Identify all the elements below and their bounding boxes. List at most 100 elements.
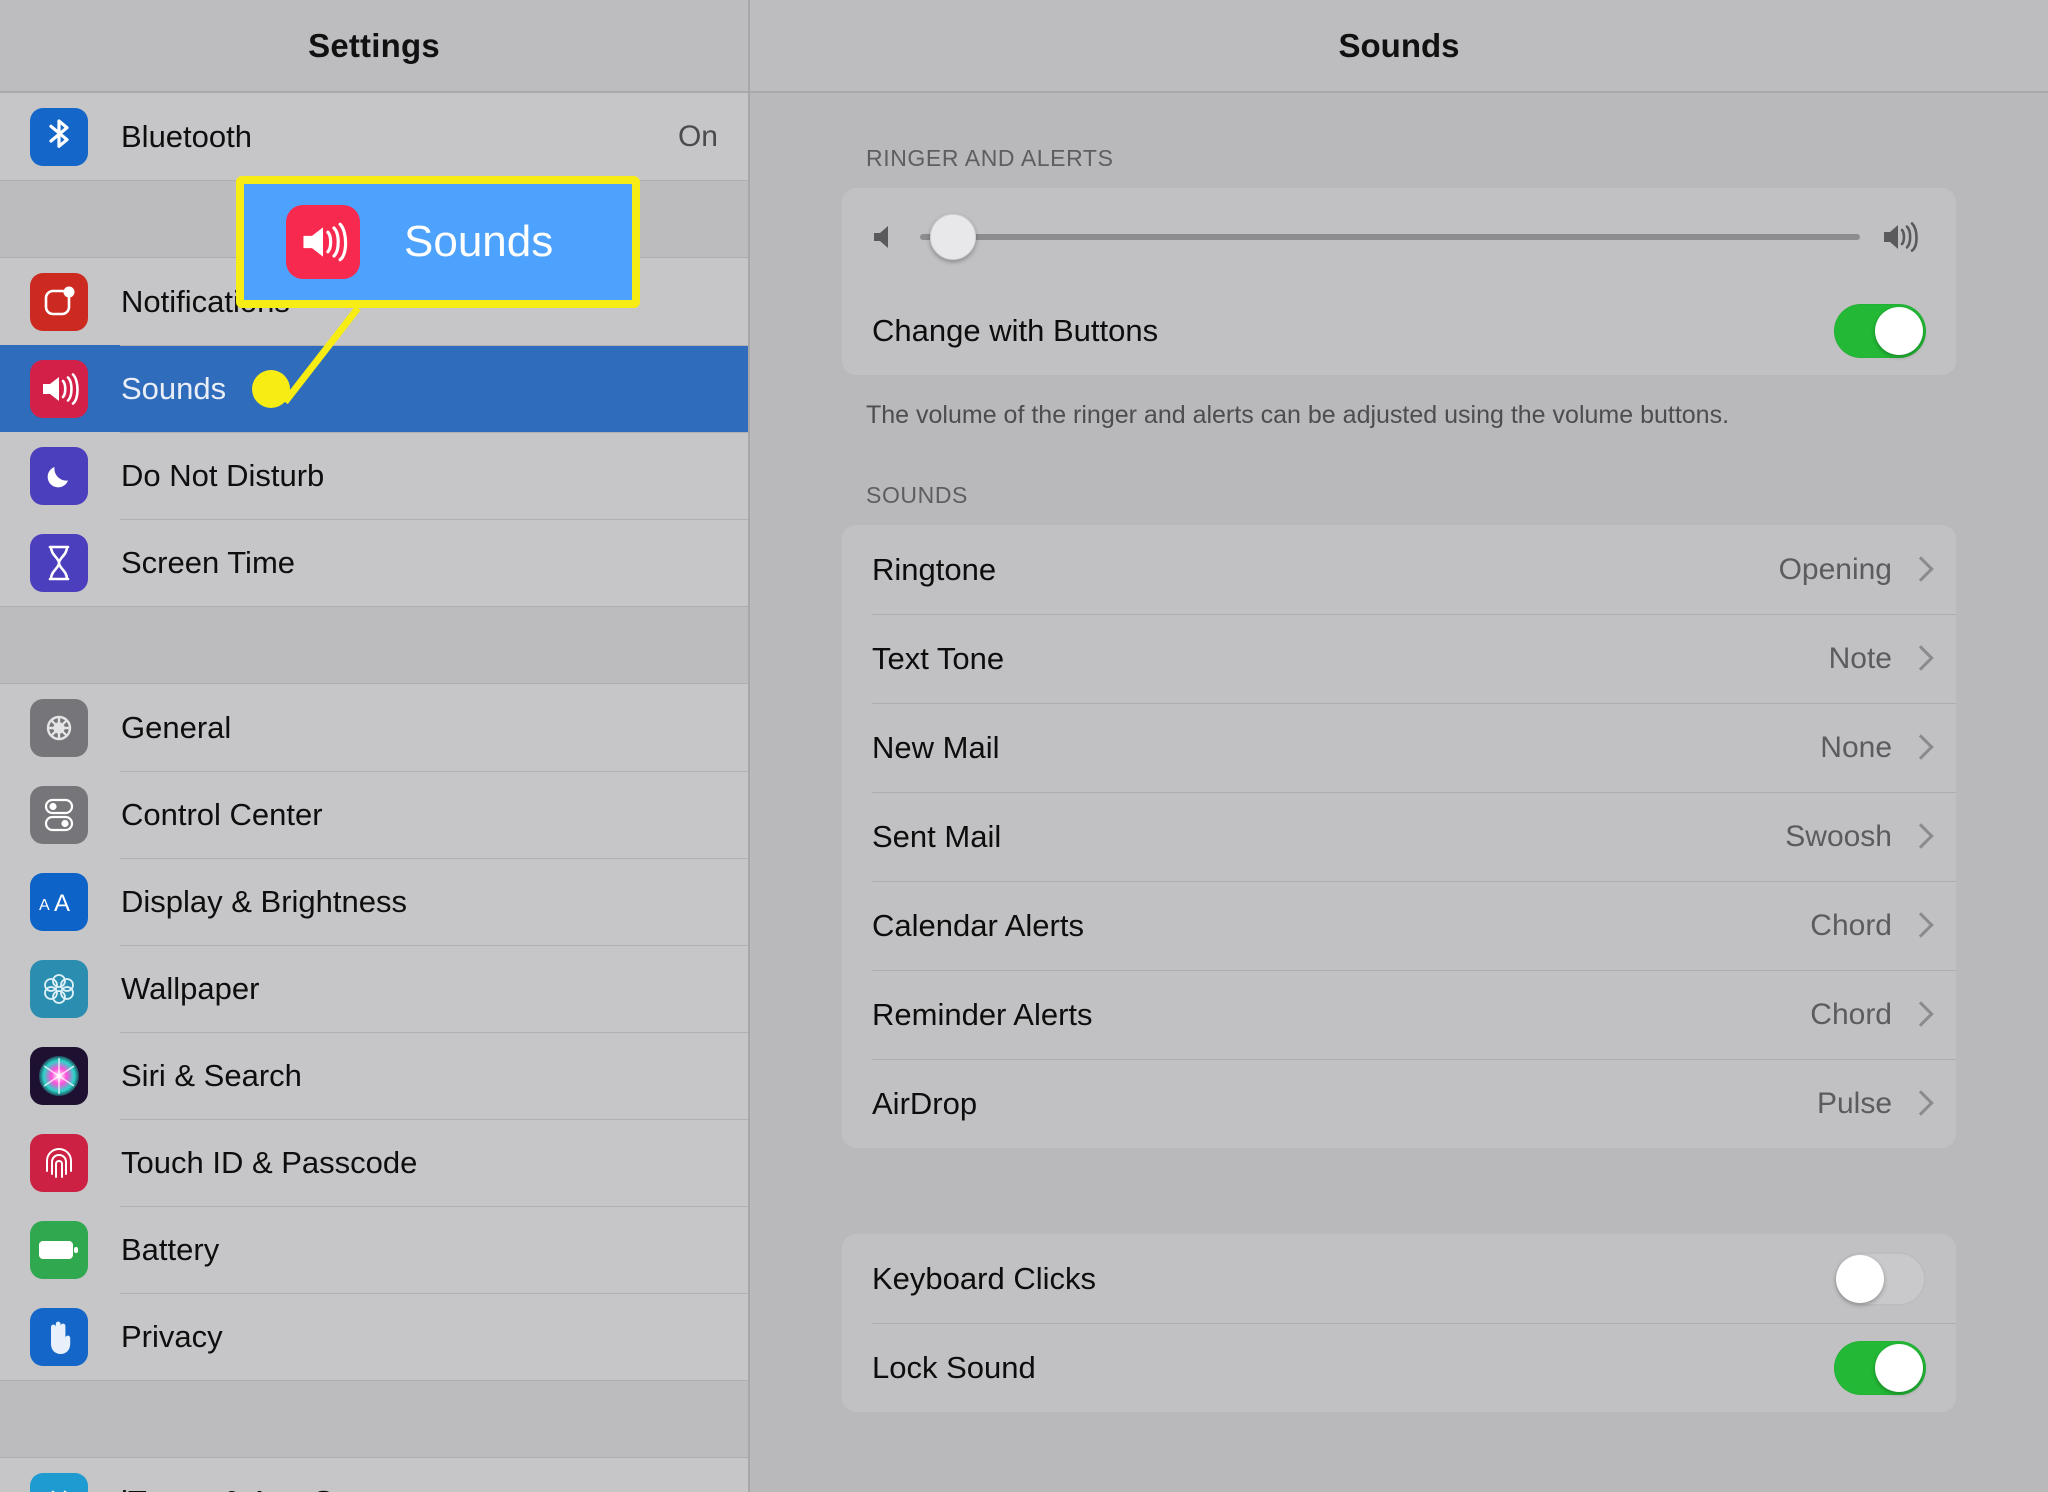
- change-with-buttons-row[interactable]: Change with Buttons: [842, 286, 1956, 375]
- sidebar-item-label: Do Not Disturb: [121, 458, 324, 494]
- chevron-right-icon: [1912, 1091, 1926, 1117]
- sound-row-value: Note: [1829, 642, 1892, 676]
- sidebar-item-display-brightness[interactable]: A A Display & Brightness: [0, 858, 748, 945]
- sound-row-label: Ringtone: [872, 552, 996, 588]
- ringer-card: Change with Buttons: [842, 188, 1956, 375]
- sounds-icon: [30, 360, 88, 418]
- sound-row-label: Calendar Alerts: [872, 908, 1084, 944]
- sidebar-item-label: Sounds: [121, 371, 226, 407]
- callout-anchor-dot: [252, 370, 290, 408]
- toggle-knob: [1875, 1344, 1923, 1392]
- sound-row-value: Chord: [1810, 998, 1892, 1032]
- extras-card: Keyboard Clicks Lock Sound: [842, 1234, 1956, 1412]
- app-store-icon: [30, 1473, 88, 1492]
- ipad-settings-screen: Settings Bluetooth On Noti: [0, 0, 2048, 1492]
- keyboard-clicks-row[interactable]: Keyboard Clicks: [842, 1234, 1956, 1323]
- svg-text:A: A: [39, 897, 50, 914]
- sidebar-item-bluetooth[interactable]: Bluetooth On: [0, 93, 748, 180]
- callout-label: Sounds: [404, 217, 553, 267]
- sidebar-item-label: Battery: [121, 1232, 219, 1268]
- sidebar-item-itunes-app-store[interactable]: iTunes & App Store: [0, 1458, 748, 1492]
- sound-row-new-mail[interactable]: New Mail None: [842, 703, 1956, 792]
- sidebar-group-divider: [0, 606, 748, 684]
- sound-row-label: Text Tone: [872, 641, 1004, 677]
- ringer-volume-row[interactable]: [842, 188, 1956, 286]
- sounds-card: Ringtone Opening Text Tone Note New Mail…: [842, 525, 1956, 1148]
- sidebar-title: Settings: [308, 27, 440, 65]
- sidebar-item-wallpaper[interactable]: Wallpaper: [0, 945, 748, 1032]
- change-with-buttons-label: Change with Buttons: [872, 313, 1158, 349]
- sound-row-value: Swoosh: [1785, 820, 1892, 854]
- page-title: Sounds: [1339, 27, 1460, 65]
- detail-header: Sounds: [750, 0, 2048, 93]
- sidebar-item-privacy[interactable]: Privacy: [0, 1293, 748, 1380]
- sidebar-item-battery[interactable]: Battery: [0, 1206, 748, 1293]
- sounds-detail-pane: Sounds RINGER AND ALERTS: [750, 0, 2048, 1492]
- sidebar-item-label: Privacy: [121, 1319, 223, 1355]
- sidebar-item-value: On: [678, 120, 718, 154]
- battery-icon: [30, 1221, 88, 1279]
- change-with-buttons-toggle[interactable]: [1834, 304, 1926, 358]
- sidebar-item-label: Display & Brightness: [121, 884, 407, 920]
- svg-text:A: A: [54, 890, 70, 917]
- sound-row-text-tone[interactable]: Text Tone Note: [842, 614, 1956, 703]
- sound-row-ringtone[interactable]: Ringtone Opening: [842, 525, 1956, 614]
- sidebar-item-siri-search[interactable]: Siri & Search: [0, 1032, 748, 1119]
- slider-thumb[interactable]: [930, 214, 976, 260]
- sound-row-value: None: [1820, 731, 1892, 765]
- ringer-volume-slider[interactable]: [920, 217, 1860, 257]
- sound-row-label: Sent Mail: [872, 819, 1001, 855]
- lock-sound-label: Lock Sound: [872, 1350, 1036, 1386]
- slider-track: [920, 234, 1860, 240]
- bluetooth-icon: [30, 108, 88, 166]
- speaker-high-icon: [1882, 221, 1926, 253]
- sounds-icon: [286, 205, 360, 279]
- sidebar-item-label: Bluetooth: [121, 119, 252, 155]
- sound-row-airdrop[interactable]: AirDrop Pulse: [842, 1059, 1956, 1148]
- chevron-right-icon: [1912, 824, 1926, 850]
- sound-row-label: AirDrop: [872, 1086, 977, 1122]
- sound-row-value: Pulse: [1817, 1087, 1892, 1121]
- privacy-hand-icon: [30, 1308, 88, 1366]
- sidebar-item-label: Wallpaper: [121, 971, 259, 1007]
- wallpaper-icon: [30, 960, 88, 1018]
- chevron-right-icon: [1912, 557, 1926, 583]
- sound-row-value: Chord: [1810, 909, 1892, 943]
- sidebar-item-screen-time[interactable]: Screen Time: [0, 519, 748, 606]
- gear-icon: [30, 699, 88, 757]
- chevron-right-icon: [1912, 646, 1926, 672]
- sound-row-label: Reminder Alerts: [872, 997, 1093, 1033]
- sidebar-item-label: Control Center: [121, 797, 323, 833]
- chevron-right-icon: [1912, 1002, 1926, 1028]
- keyboard-clicks-label: Keyboard Clicks: [872, 1261, 1096, 1297]
- sound-row-reminder-alerts[interactable]: Reminder Alerts Chord: [842, 970, 1956, 1059]
- lock-sound-toggle[interactable]: [1834, 1341, 1926, 1395]
- keyboard-clicks-toggle[interactable]: [1834, 1252, 1926, 1306]
- toggle-knob: [1836, 1255, 1884, 1303]
- sidebar-header: Settings: [0, 0, 748, 93]
- sidebar-item-touch-id-passcode[interactable]: Touch ID & Passcode: [0, 1119, 748, 1206]
- sound-row-calendar-alerts[interactable]: Calendar Alerts Chord: [842, 881, 1956, 970]
- sidebar-item-sounds[interactable]: Sounds: [0, 345, 748, 432]
- control-center-icon: [30, 786, 88, 844]
- sidebar-item-label: Siri & Search: [121, 1058, 302, 1094]
- chevron-right-icon: [1912, 913, 1926, 939]
- sound-row-value: Opening: [1779, 553, 1892, 587]
- sounds-section-label: SOUNDS: [866, 482, 1956, 509]
- sidebar-item-control-center[interactable]: Control Center: [0, 771, 748, 858]
- sound-row-sent-mail[interactable]: Sent Mail Swoosh: [842, 792, 1956, 881]
- siri-icon: [30, 1047, 88, 1105]
- lock-sound-row[interactable]: Lock Sound: [842, 1323, 1956, 1412]
- ringer-section-label: RINGER AND ALERTS: [866, 145, 1956, 172]
- toggle-knob: [1875, 307, 1923, 355]
- section-spacer: [842, 1148, 1956, 1234]
- sidebar-item-label: General: [121, 710, 231, 746]
- sounds-callout: Sounds: [236, 176, 640, 308]
- sidebar-item-do-not-disturb[interactable]: Do Not Disturb: [0, 432, 748, 519]
- chevron-right-icon: [1912, 735, 1926, 761]
- fingerprint-icon: [30, 1134, 88, 1192]
- display-brightness-icon: A A: [30, 873, 88, 931]
- sidebar-item-general[interactable]: General: [0, 684, 748, 771]
- hourglass-icon: [30, 534, 88, 592]
- sidebar-group-divider: [0, 1380, 748, 1458]
